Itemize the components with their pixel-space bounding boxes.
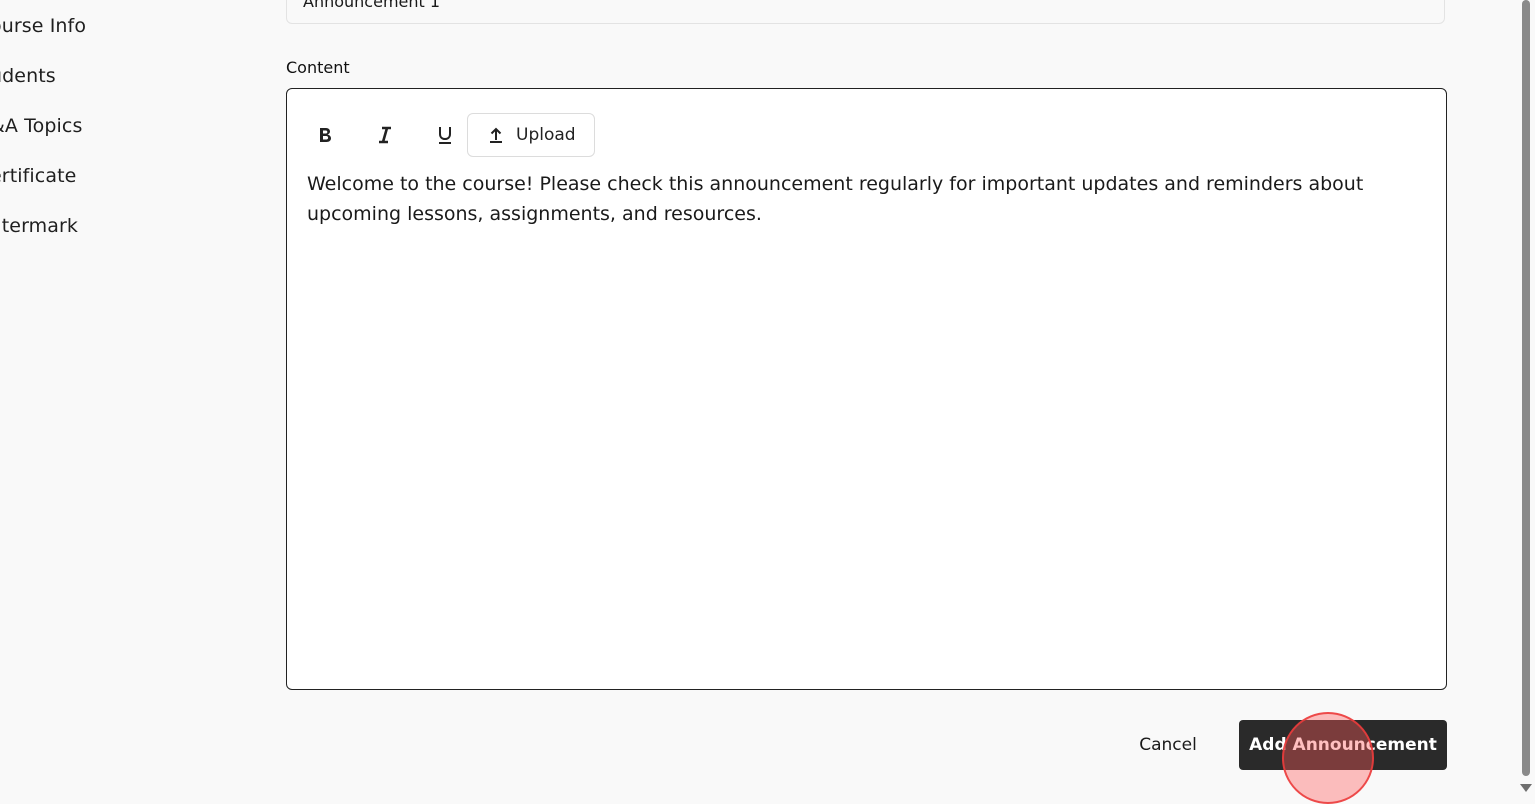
sidebar-nav: ourse Info udents &A Topics ertificate a… [0,0,240,800]
editor-content-text[interactable]: Welcome to the course! Please check this… [307,169,1417,229]
upload-button[interactable]: Upload [467,113,595,157]
underline-icon [439,127,451,144]
sidebar-item-certificate[interactable]: ertificate [0,165,76,187]
title-input[interactable] [286,0,1445,24]
upload-icon [490,127,502,143]
sidebar-item-course-info[interactable]: ourse Info [0,15,86,37]
sidebar-item-qa-topics[interactable]: &A Topics [0,115,82,137]
sidebar-item-students[interactable]: udents [0,65,56,87]
cancel-button[interactable]: Cancel [1124,720,1212,770]
add-announcement-button[interactable]: Add Announcement [1239,720,1447,770]
bold-icon [320,128,331,142]
content-label: Content [286,58,350,77]
vertical-scrollbar[interactable] [1519,0,1535,800]
upload-label: Upload [516,125,576,145]
underline-button[interactable] [423,113,467,157]
bold-button[interactable] [303,113,347,157]
content-editor[interactable]: Upload Welcome to the course! Please che… [286,88,1447,690]
sidebar-item-watermark[interactable]: atermark [0,215,78,237]
scroll-down-arrow-icon[interactable] [1520,784,1532,792]
editor-toolbar: Upload [303,112,595,158]
scrollbar-thumb[interactable] [1522,0,1530,776]
italic-icon [379,126,391,144]
italic-button[interactable] [363,113,407,157]
